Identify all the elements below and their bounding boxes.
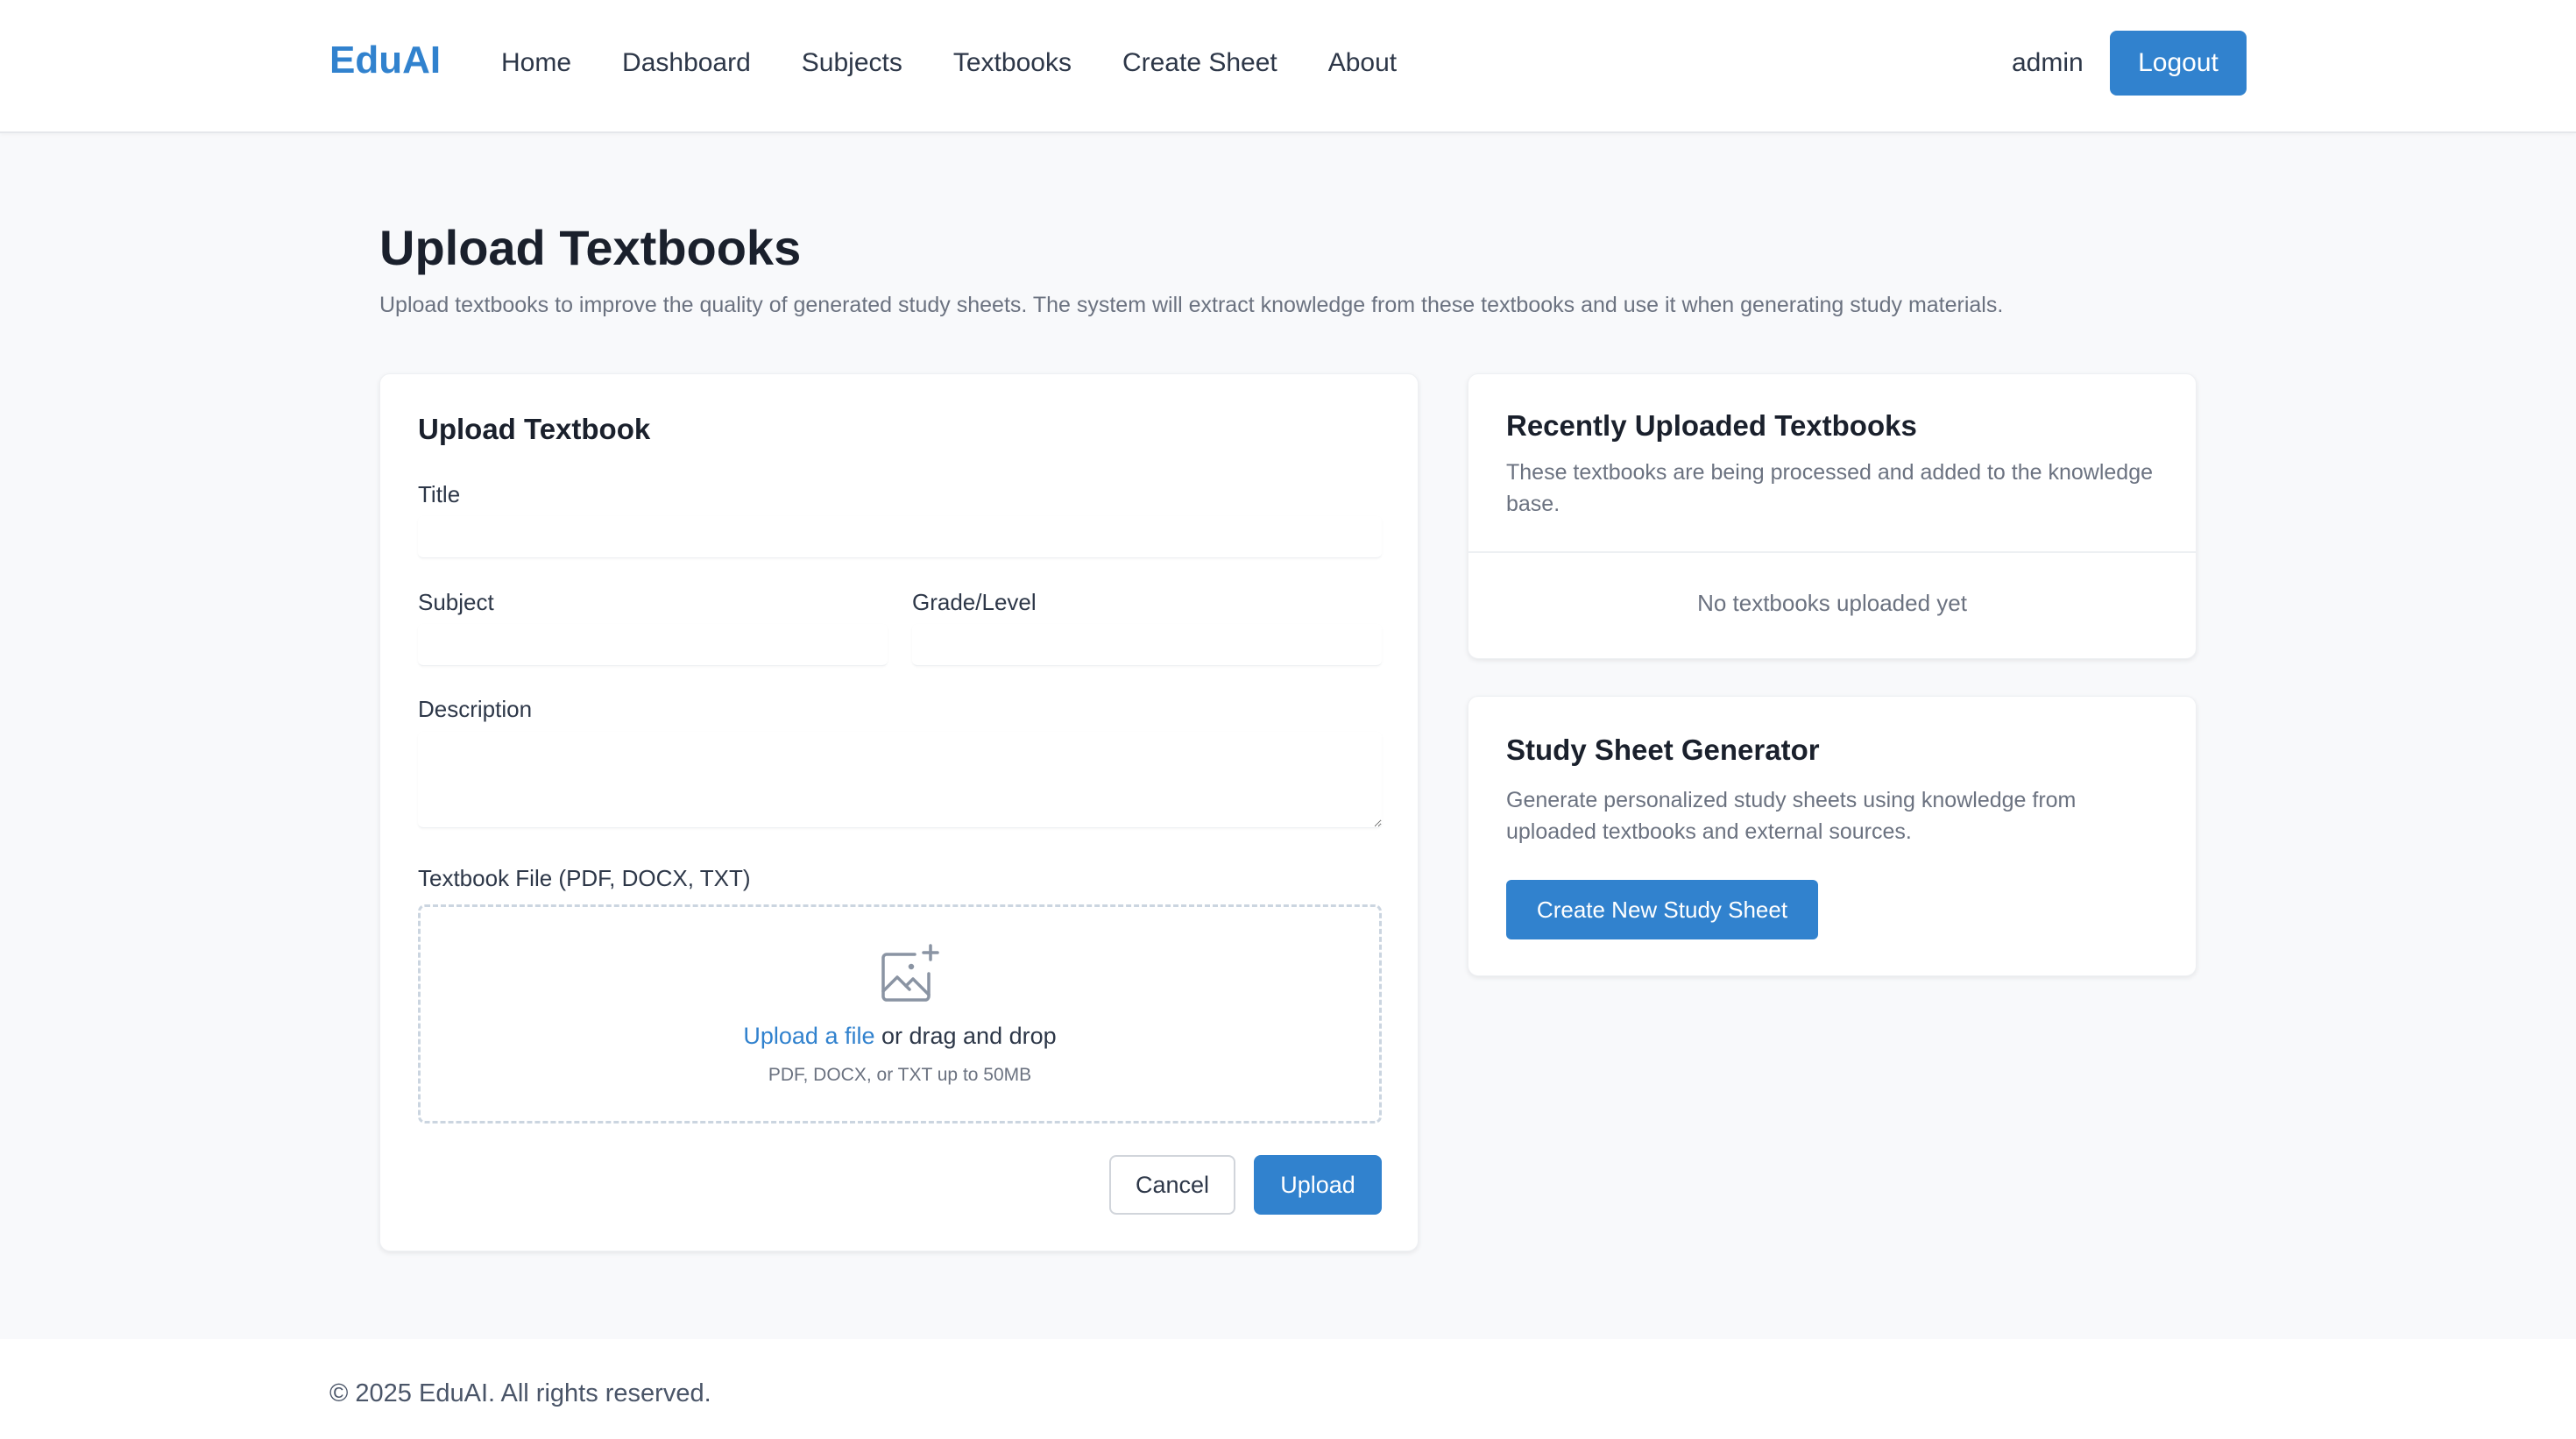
nav-link-textbooks[interactable]: Textbooks [953,46,1072,81]
image-plus-icon [876,942,941,1007]
upload-file-link[interactable]: Upload a file [743,1023,874,1049]
description-label: Description [418,696,533,722]
dropzone-instructions: Upload a file or drag and drop [421,1023,1379,1050]
create-study-sheet-button[interactable]: Create New Study Sheet [1506,880,1818,939]
recent-card-description: These textbooks are being processed and … [1506,460,2154,516]
dropzone-hint: PDF, DOCX, or TXT up to 50MB [768,1065,1032,1085]
logout-button[interactable]: Logout [2110,31,2247,96]
subject-input[interactable] [418,624,888,666]
top-navbar: EduAI Home Dashboard Subjects Textbooks … [0,0,2576,133]
nav-link-home[interactable]: Home [501,46,571,81]
description-textarea[interactable] [418,732,1382,828]
title-input[interactable] [418,516,1382,558]
generator-card-description: Generate personalized study sheets using… [1506,788,2077,844]
cancel-button[interactable]: Cancel [1109,1155,1235,1215]
nav-link-dashboard[interactable]: Dashboard [622,46,751,81]
copyright-text: © 2025 EduAI. All rights reserved. [329,1379,711,1407]
divider [1468,551,2196,553]
brand-logo[interactable]: EduAI [329,39,441,82]
upload-textbook-card: Upload Textbook Title Subject Grade/Leve… [379,373,1419,1251]
grade-level-label: Grade/Level [912,589,1037,615]
grade-level-input[interactable] [912,624,1382,666]
file-label: Textbook File (PDF, DOCX, TXT) [418,865,751,891]
generator-card-title: Study Sheet Generator [1506,734,1820,766]
nav-link-subjects[interactable]: Subjects [802,46,902,81]
recent-textbooks-card: Recently Uploaded Textbooks These textbo… [1468,373,2197,659]
file-dropzone[interactable]: Upload a file or drag and drop PDF, DOCX… [418,904,1382,1124]
page-subtitle: Upload textbooks to improve the quality … [379,293,2004,317]
drag-drop-text: or drag and drop [874,1023,1057,1049]
nav-link-create-sheet[interactable]: Create Sheet [1122,46,1277,81]
page-title: Upload Textbooks [379,220,802,275]
main-nav: Home Dashboard Subjects Textbooks Create… [501,46,1447,81]
study-sheet-generator-card: Study Sheet Generator Generate personali… [1468,696,2197,976]
upload-card-title: Upload Textbook [418,413,651,445]
empty-state-text: No textbooks uploaded yet [1697,590,1967,616]
upload-button[interactable]: Upload [1254,1155,1382,1215]
username-label: admin [2012,48,2084,77]
recent-card-title: Recently Uploaded Textbooks [1506,409,1917,442]
nav-link-about[interactable]: About [1328,46,1397,81]
subject-label: Subject [418,589,494,615]
title-label: Title [418,481,461,507]
footer: © 2025 EduAI. All rights reserved. [0,1339,2576,1439]
